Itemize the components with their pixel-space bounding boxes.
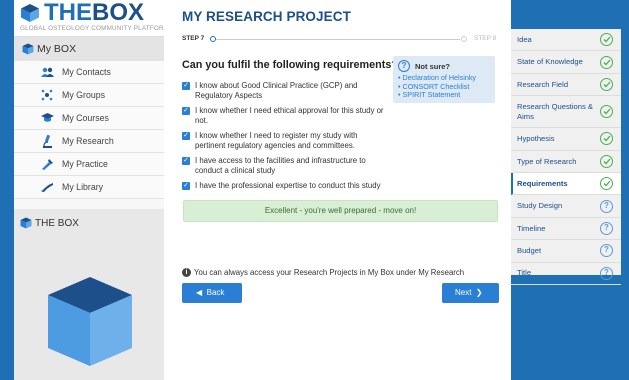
step-item-research-field[interactable]: Research Field: [511, 74, 621, 97]
thebox-title-label: THE BOX: [35, 217, 79, 229]
sidebar-item-label: My Research: [62, 136, 114, 146]
requirements-list: ✓ I know about Good Clinical Practice (G…: [182, 81, 387, 196]
back-button[interactable]: ◀ Back: [182, 283, 242, 303]
check-circle-icon: [600, 154, 613, 168]
step-item-study-design[interactable]: Study Design ?: [511, 195, 621, 218]
requirements-question: Can you fulfil the following requirement…: [182, 59, 398, 71]
logo-tagline: GLOBAL OSTEOLOGY COMMUNITY PLATFORM: [20, 25, 170, 32]
left-edge-strip: [0, 0, 14, 380]
success-alert: Excellent - you're well prepared - move …: [183, 200, 498, 222]
current-step-label: STEP 7: [182, 35, 205, 42]
sidebar-item-label: My Practice: [62, 159, 108, 169]
requirement-item: ✓ I have the professional expertise to c…: [182, 181, 387, 191]
step-item-timeline[interactable]: Timeline ?: [511, 218, 621, 241]
question-circle-icon: ?: [600, 266, 613, 280]
contacts-icon: [40, 66, 54, 78]
step-progress-current-dot: [210, 36, 216, 42]
courses-icon: [40, 112, 54, 124]
question-circle-icon: ?: [600, 244, 613, 258]
step-item-requirements[interactable]: Requirements: [511, 172, 621, 196]
step-item-hypothesis[interactable]: Hypothesis: [511, 128, 621, 151]
requirement-item: ✓ I know whether I need ethical approval…: [182, 106, 387, 126]
cube-icon: [20, 217, 32, 229]
check-circle-icon: [600, 105, 613, 119]
step-item-type-of-research[interactable]: Type of Research: [511, 151, 621, 173]
requirement-label: I have access to the facilities and infr…: [195, 156, 366, 175]
main-content: MY RESEARCH PROJECT STEP 7 STEP 8 Can yo…: [164, 0, 511, 380]
check-circle-icon: [600, 77, 613, 91]
checkbox-checked[interactable]: ✓: [182, 82, 190, 90]
checkbox-checked[interactable]: ✓: [182, 132, 190, 140]
question-circle-icon: ?: [600, 199, 613, 213]
info-message: i You can always access your Research Pr…: [182, 268, 464, 277]
total-step-label: STEP 8: [474, 35, 497, 42]
research-icon: [40, 134, 54, 148]
brand-logo[interactable]: THEBOX GLOBAL OSTEOLOGY COMMUNITY PLATFO…: [14, 0, 170, 36]
requirement-label: I know about Good Clinical Practice (GCP…: [195, 81, 358, 100]
sidebar-item-label: My Contacts: [62, 67, 111, 77]
thebox-title[interactable]: THE BOX: [14, 209, 164, 229]
page-title: MY RESEARCH PROJECT: [182, 9, 351, 24]
chevron-right-icon: ❯: [475, 288, 483, 297]
mybox-header-label: My BOX: [37, 43, 77, 55]
practice-icon: [40, 158, 54, 170]
sidebar-item-library[interactable]: My Library: [14, 176, 164, 199]
sidebar-item-contacts[interactable]: My Contacts: [14, 61, 164, 84]
not-sure-box: ? Not sure? • Declaration of Helsinky • …: [393, 56, 495, 103]
groups-icon: [40, 89, 54, 101]
requirement-label: I know whether I need ethical approval f…: [195, 106, 384, 125]
requirement-item: ✓ I have access to the facilities and in…: [182, 156, 387, 176]
sidebar-item-research[interactable]: My Research: [14, 130, 164, 153]
checkbox-checked[interactable]: ✓: [182, 157, 190, 165]
check-circle-icon: [600, 132, 613, 146]
cube-icon: [22, 43, 34, 55]
library-icon: [40, 181, 54, 193]
requirement-label: I have the professional expertise to con…: [195, 181, 381, 190]
sidebar-item-label: My Groups: [62, 90, 106, 100]
check-circle-icon: [600, 33, 613, 47]
step-progress-track: [212, 38, 460, 40]
step-item-research-questions[interactable]: Research Questions & Aims: [511, 96, 621, 129]
check-circle-icon: [600, 177, 613, 191]
checkbox-checked[interactable]: ✓: [182, 107, 190, 115]
not-sure-header: ? Not sure?: [398, 60, 490, 72]
sidebar: THEBOX GLOBAL OSTEOLOGY COMMUNITY PLATFO…: [14, 0, 170, 380]
info-icon: i: [182, 268, 191, 277]
requirement-item: ✓ I know about Good Clinical Practice (G…: [182, 81, 387, 101]
chevron-left-icon: ◀: [196, 288, 203, 297]
cube-illustration-icon: [48, 277, 132, 366]
sidebar-item-label: My Library: [62, 182, 104, 192]
question-icon: ?: [398, 60, 410, 72]
steps-sidebar: Idea State of Knowledge Research Field R…: [511, 29, 621, 285]
requirement-label: I know whether I need to register my stu…: [195, 131, 358, 150]
thebox-panel: THE BOX: [14, 209, 164, 380]
link-spirit-statement[interactable]: • SPIRIT Statement: [398, 90, 490, 100]
step-item-title[interactable]: Title ?: [511, 263, 621, 285]
sidebar-item-courses[interactable]: My Courses: [14, 107, 164, 130]
step-item-state-of-knowledge[interactable]: State of Knowledge: [511, 51, 621, 74]
cube-logo-icon: [21, 4, 39, 22]
logo-text: THEBOX: [44, 0, 145, 26]
info-text: You can always access your Research Proj…: [194, 268, 465, 277]
not-sure-title: Not sure?: [415, 61, 451, 71]
step-progress-end-dot: [461, 36, 467, 42]
mybox-header[interactable]: My BOX: [14, 36, 164, 61]
step-item-budget[interactable]: Budget ?: [511, 240, 621, 263]
check-circle-icon: [600, 55, 613, 69]
next-button[interactable]: Next ❯: [442, 283, 499, 303]
sidebar-item-practice[interactable]: My Practice: [14, 153, 164, 176]
requirement-item: ✓ I know whether I need to register my s…: [182, 131, 387, 151]
sidebar-item-groups[interactable]: My Groups: [14, 84, 164, 107]
question-circle-icon: ?: [600, 221, 613, 235]
checkbox-checked[interactable]: ✓: [182, 182, 190, 190]
sidebar-item-label: My Courses: [62, 113, 109, 123]
step-item-idea[interactable]: Idea: [511, 29, 621, 52]
